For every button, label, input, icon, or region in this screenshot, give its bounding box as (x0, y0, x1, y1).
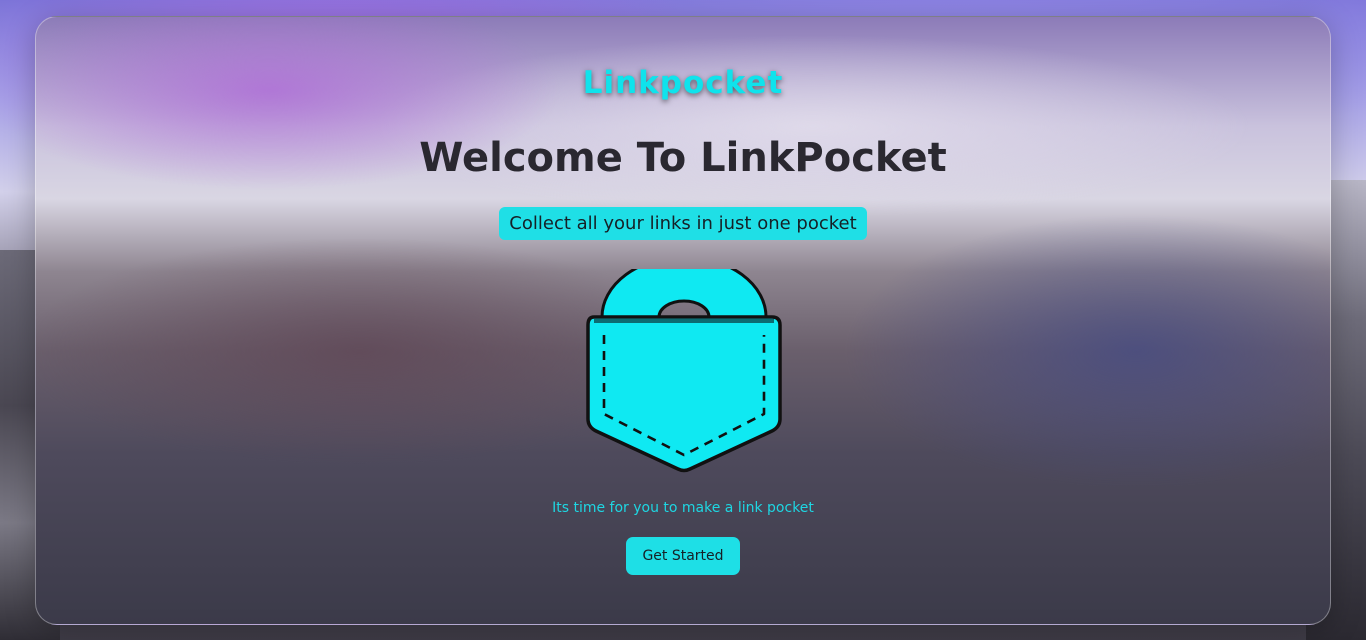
page-title: Welcome To LinkPocket (419, 135, 947, 181)
button-container: Get Started (36, 537, 1330, 575)
call-to-action-text: Its time for you to make a link pocket (552, 500, 814, 516)
welcome-card: Linkpocket Welcome To LinkPocket Collect… (35, 16, 1331, 625)
logo[interactable]: Linkpocket (36, 65, 1330, 101)
pocket-icon (582, 255, 786, 473)
tagline-badge: Collect all your links in just one pocke… (499, 207, 867, 240)
tagline-container: Collect all your links in just one pocke… (36, 207, 1330, 240)
get-started-button[interactable]: Get Started (626, 537, 740, 575)
